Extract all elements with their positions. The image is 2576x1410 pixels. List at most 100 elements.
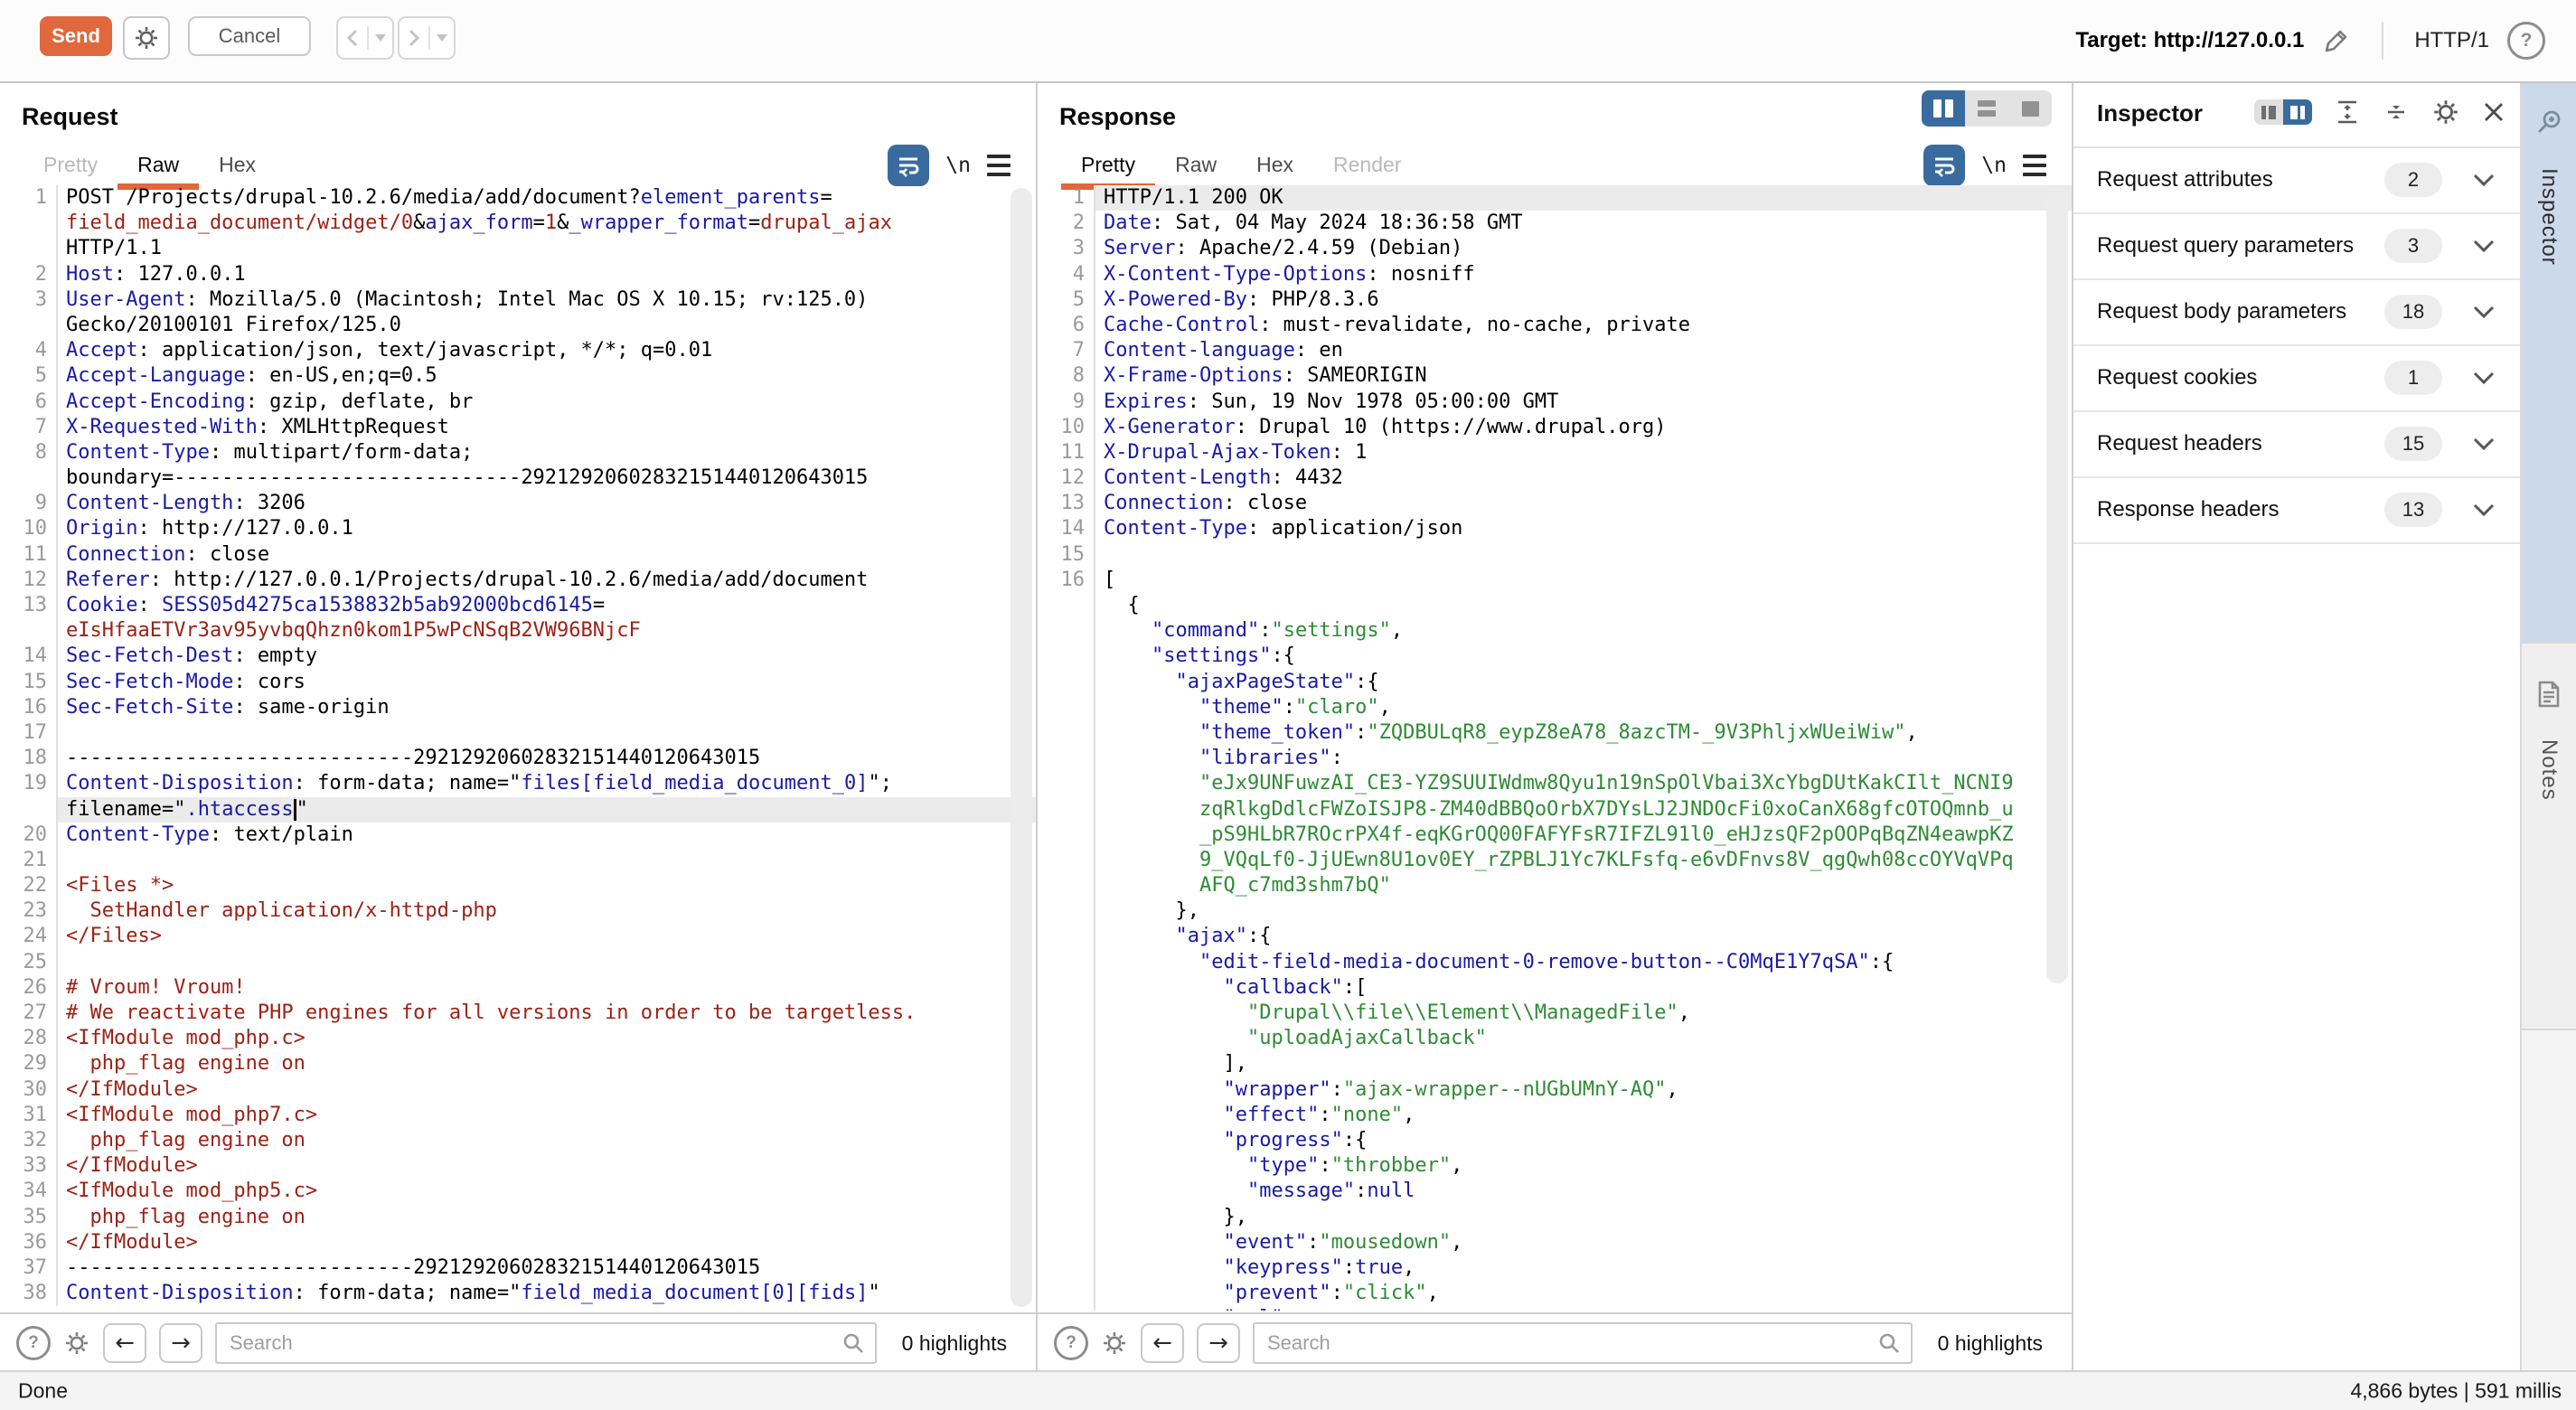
- inspector-section-request-headers[interactable]: Request headers15: [2073, 410, 2520, 478]
- code-line[interactable]: "prevent":"click",: [1038, 1281, 2072, 1306]
- show-newlines-toggle[interactable]: \n: [945, 154, 971, 177]
- search-help-icon[interactable]: ?: [1054, 1326, 1088, 1360]
- code-line[interactable]: 27# We reactivate PHP engines for all ve…: [0, 1001, 1036, 1026]
- show-newlines-toggle[interactable]: \n: [1981, 154, 2007, 177]
- code-line[interactable]: 17: [0, 720, 1036, 746]
- code-line[interactable]: 4X-Content-Type-Options: nosniff: [1038, 262, 2072, 287]
- code-line[interactable]: 36</IfModule>: [0, 1230, 1036, 1255]
- prev-request-button[interactable]: [336, 16, 394, 60]
- tab-raw[interactable]: Raw: [1155, 141, 1236, 188]
- send-button[interactable]: Send: [40, 16, 112, 56]
- search-prev-button[interactable]: ←: [1141, 1323, 1184, 1363]
- tab-pretty[interactable]: Pretty: [24, 141, 118, 188]
- code-line[interactable]: 34<IfModule mod_php5.c>: [0, 1179, 1036, 1204]
- soft-wrap-toggle[interactable]: [1923, 145, 1965, 186]
- code-line[interactable]: "libraries":: [1038, 746, 2072, 771]
- code-line[interactable]: ],: [1038, 1051, 2072, 1076]
- http-version-selector[interactable]: HTTP/1: [2414, 28, 2489, 53]
- code-line[interactable]: 1HTTP/1.1 200 OK: [1038, 185, 2072, 211]
- code-line[interactable]: "ajax":{: [1038, 924, 2072, 949]
- chevron-down-icon[interactable]: [2473, 306, 2495, 318]
- close-icon[interactable]: [2482, 100, 2505, 124]
- send-settings-button[interactable]: [123, 16, 170, 60]
- layout-single-button[interactable]: [2008, 90, 2052, 127]
- code-line[interactable]: 5Accept-Language: en-US,en;q=0.5: [0, 363, 1036, 389]
- code-line[interactable]: _pS9HLbR7ROcrPX4f-eqKGrOQ00FAFYFsR7IFZL9…: [1038, 822, 2072, 848]
- code-line[interactable]: zqRlkgDdlcFWZoISJP8-ZM40dBBQoOrbX7DYsLJ2…: [1038, 797, 2072, 822]
- search-prev-button[interactable]: ←: [103, 1323, 146, 1363]
- code-line[interactable]: 8Content-Type: multipart/form-data;: [0, 440, 1036, 465]
- code-line[interactable]: eIsHfaaETVr3av95yvbqQhzn0kom1P5wPcNSqB2V…: [0, 618, 1036, 644]
- code-line[interactable]: {: [1038, 593, 2072, 618]
- code-line[interactable]: "edit-field-media-document-0-remove-butt…: [1038, 950, 2072, 975]
- code-line[interactable]: 33</IfModule>: [0, 1153, 1036, 1179]
- code-line[interactable]: 10X-Generator: Drupal 10 (https://www.dr…: [1038, 415, 2072, 440]
- code-line[interactable]: "keypress":true,: [1038, 1255, 2072, 1281]
- inspector-settings-icon[interactable]: [2431, 98, 2460, 127]
- code-line[interactable]: 12Content-Length: 4432: [1038, 465, 2072, 491]
- code-line[interactable]: 7X-Requested-With: XMLHttpRequest: [0, 415, 1036, 440]
- inspector-section-response-headers[interactable]: Response headers13: [2073, 476, 2520, 544]
- code-line[interactable]: 12Referer: http://127.0.0.1/Projects/dru…: [0, 568, 1036, 593]
- code-line[interactable]: 31<IfModule mod_php7.c>: [0, 1103, 1036, 1128]
- layout-columns-button[interactable]: [1922, 90, 1965, 127]
- code-line[interactable]: 18-----------------------------292129206…: [0, 746, 1036, 771]
- code-line[interactable]: "theme_token":"ZQDBULqR8_eypZ8eA78_8azcT…: [1038, 720, 2072, 746]
- dock-right-button[interactable]: [2283, 99, 2312, 125]
- search-next-button[interactable]: →: [159, 1323, 202, 1363]
- code-line[interactable]: 8X-Frame-Options: SAMEORIGIN: [1038, 363, 2072, 389]
- code-line[interactable]: "ajaxPageState":{: [1038, 670, 2072, 695]
- code-line[interactable]: "theme":"claro",: [1038, 695, 2072, 720]
- code-line[interactable]: 6Cache-Control: must-revalidate, no-cach…: [1038, 313, 2072, 338]
- code-line[interactable]: 9Content-Length: 3206: [0, 491, 1036, 516]
- code-line[interactable]: "message":null: [1038, 1179, 2072, 1204]
- code-line[interactable]: 3Server: Apache/2.4.59 (Debian): [1038, 236, 2072, 261]
- code-line[interactable]: 35 php_flag engine on: [0, 1205, 1036, 1230]
- cancel-button[interactable]: Cancel: [188, 16, 311, 56]
- code-line[interactable]: 2Date: Sat, 04 May 2024 18:36:58 GMT: [1038, 211, 2072, 236]
- code-line[interactable]: 25: [0, 950, 1036, 975]
- code-line[interactable]: 38Content-Disposition: form-data; name="…: [0, 1281, 1036, 1306]
- chevron-down-icon[interactable]: [2473, 437, 2495, 450]
- code-line[interactable]: 15Sec-Fetch-Mode: cors: [0, 670, 1036, 695]
- code-line[interactable]: 13Cookie: SESS05d4275ca1538832b5ab92000b…: [0, 593, 1036, 618]
- edit-target-icon[interactable]: [2322, 26, 2351, 55]
- code-line[interactable]: 26# Vroum! Vroum!: [0, 975, 1036, 1001]
- code-line[interactable]: 20Content-Type: text/plain: [0, 822, 1036, 848]
- code-line[interactable]: 6Accept-Encoding: gzip, deflate, br: [0, 390, 1036, 415]
- next-request-button[interactable]: [398, 16, 456, 60]
- chevron-down-icon[interactable]: [2473, 503, 2495, 516]
- code-line[interactable]: 11Connection: close: [0, 542, 1036, 568]
- inspector-section-request-attributes[interactable]: Request attributes2: [2073, 146, 2520, 214]
- tab-hex[interactable]: Hex: [1236, 141, 1313, 188]
- expand-all-icon[interactable]: [2334, 99, 2361, 126]
- chevron-down-icon[interactable]: [2473, 371, 2495, 384]
- code-line[interactable]: 22<Files *>: [0, 873, 1036, 898]
- tab-raw[interactable]: Raw: [118, 141, 199, 188]
- code-line[interactable]: },: [1038, 898, 2072, 924]
- code-line[interactable]: "url":: [1038, 1306, 2072, 1311]
- rail-tab-inspector[interactable]: Inspector: [2522, 83, 2576, 642]
- code-line[interactable]: "callback":[: [1038, 975, 2072, 1001]
- request-editor[interactable]: 1POST /Projects/drupal-10.2.6/media/add/…: [0, 185, 1036, 1311]
- code-line[interactable]: 19Content-Disposition: form-data; name="…: [0, 771, 1036, 796]
- code-line[interactable]: "eJx9UNFuwzAI_CE3-YZ9SUUIWdmw8Qyu1n19nSp…: [1038, 771, 2072, 796]
- inspector-section-request-body-parameters[interactable]: Request body parameters18: [2073, 278, 2520, 346]
- code-line[interactable]: 32 php_flag engine on: [0, 1128, 1036, 1153]
- inspector-section-request-cookies[interactable]: Request cookies1: [2073, 344, 2520, 412]
- code-line[interactable]: 3User-Agent: Mozilla/5.0 (Macintosh; Int…: [0, 287, 1036, 313]
- code-line[interactable]: 30</IfModule>: [0, 1077, 1036, 1103]
- request-scrollbar[interactable]: [1011, 188, 1032, 1307]
- code-line[interactable]: 9Expires: Sun, 19 Nov 1978 05:00:00 GMT: [1038, 390, 2072, 415]
- help-icon[interactable]: ?: [2507, 22, 2545, 60]
- code-line[interactable]: 13Connection: close: [1038, 491, 2072, 516]
- code-line[interactable]: 16Sec-Fetch-Site: same-origin: [0, 695, 1036, 720]
- code-line[interactable]: AFQ_c7md3shm7bQ": [1038, 873, 2072, 898]
- code-line[interactable]: 1POST /Projects/drupal-10.2.6/media/add/…: [0, 185, 1036, 211]
- dock-left-button[interactable]: [2254, 99, 2283, 125]
- code-line[interactable]: 10Origin: http://127.0.0.1: [0, 516, 1036, 541]
- chevron-down-icon[interactable]: [2473, 240, 2495, 252]
- code-line[interactable]: Gecko/20100101 Firefox/125.0: [0, 313, 1036, 338]
- layout-rows-button[interactable]: [1965, 90, 2008, 127]
- code-line[interactable]: "settings":{: [1038, 644, 2072, 669]
